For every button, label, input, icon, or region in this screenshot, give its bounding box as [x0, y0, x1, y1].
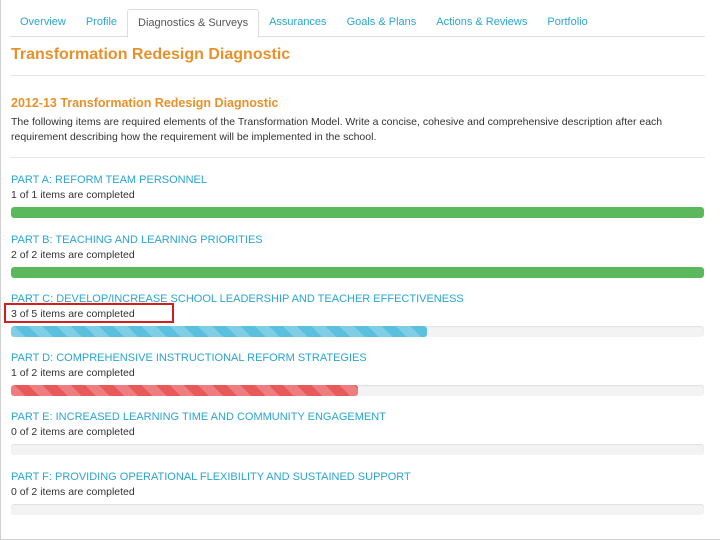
tab-profile[interactable]: Profile [76, 9, 127, 37]
part-e-link[interactable]: PART E: INCREASED LEARNING TIME AND COMM… [11, 410, 705, 424]
part-f-link[interactable]: PART F: PROVIDING OPERATIONAL FLEXIBILIT… [11, 470, 705, 484]
part-d-progress-fill [11, 385, 358, 396]
part-a-progress-fill [11, 207, 704, 218]
tab-actions-reviews[interactable]: Actions & Reviews [426, 9, 537, 37]
part-d-link[interactable]: PART D: COMPREHENSIVE INSTRUCTIONAL REFO… [11, 351, 705, 365]
part-e: PART E: INCREASED LEARNING TIME AND COMM… [11, 410, 705, 455]
tab-overview[interactable]: Overview [10, 9, 76, 37]
part-b-progress-fill [11, 267, 704, 278]
tab-assurances[interactable]: Assurances [259, 9, 336, 37]
part-a-link[interactable]: PART A: REFORM TEAM PERSONNEL [11, 173, 705, 187]
highlight-box [4, 303, 174, 323]
part-a: PART A: REFORM TEAM PERSONNEL 1 of 1 ite… [11, 173, 705, 218]
part-f-progress-bar [11, 504, 704, 515]
part-f-status: 0 of 2 items are completed [11, 486, 135, 498]
part-c-progress-bar [11, 326, 704, 337]
part-e-status: 0 of 2 items are completed [11, 426, 135, 438]
title-divider [10, 75, 705, 76]
part-e-progress-bar [11, 444, 704, 455]
part-c-progress-fill [11, 326, 427, 337]
part-f: PART F: PROVIDING OPERATIONAL FLEXIBILIT… [11, 470, 705, 515]
part-a-status: 1 of 1 items are completed [11, 189, 135, 201]
tab-portfolio[interactable]: Portfolio [537, 9, 597, 37]
nav-tabs: Overview Profile Diagnostics & Surveys A… [10, 9, 705, 38]
part-b-progress-bar [11, 267, 704, 278]
section-title: 2012-13 Transformation Redesign Diagnost… [11, 96, 279, 110]
part-a-progress-bar [11, 207, 704, 218]
left-frame-border [0, 0, 1, 540]
section-intro: The following items are required element… [11, 116, 663, 143]
part-b-link[interactable]: PART B: TEACHING AND LEARNING PRIORITIES [11, 233, 705, 247]
tab-goals-plans[interactable]: Goals & Plans [337, 9, 427, 37]
part-b: PART B: TEACHING AND LEARNING PRIORITIES… [11, 233, 705, 278]
part-d-status: 1 of 2 items are completed [11, 367, 135, 379]
part-d-progress-bar [11, 385, 704, 396]
page-title: Transformation Redesign Diagnostic [11, 46, 291, 63]
part-d: PART D: COMPREHENSIVE INSTRUCTIONAL REFO… [11, 351, 705, 396]
tab-diagnostics-surveys[interactable]: Diagnostics & Surveys [127, 9, 260, 38]
part-b-status: 2 of 2 items are completed [11, 249, 135, 261]
intro-divider [10, 157, 705, 158]
